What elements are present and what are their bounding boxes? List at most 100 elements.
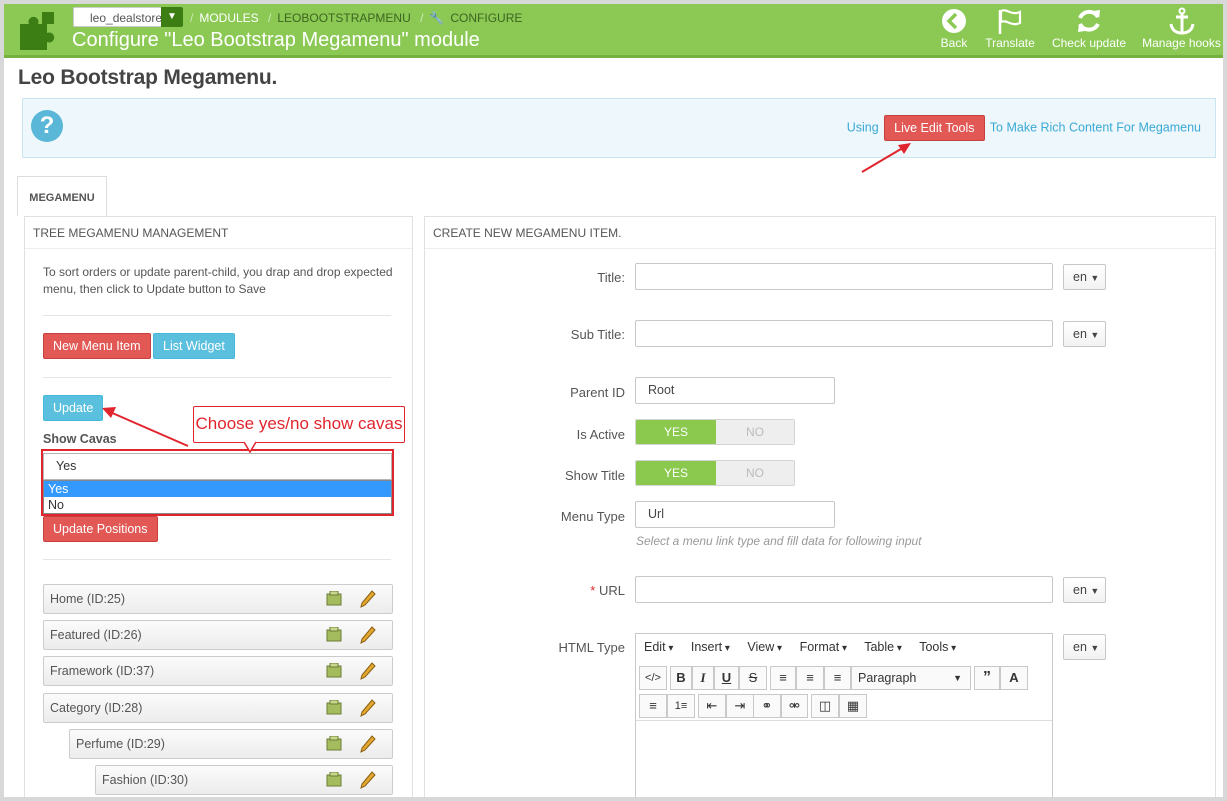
widget-icon[interactable]: [326, 736, 342, 751]
tab-megamenu[interactable]: MEGAMENU: [17, 176, 107, 216]
lang-label: en: [1073, 583, 1087, 597]
breadcrumb-modules[interactable]: MODULES: [199, 11, 258, 25]
menu-type-hint: Select a menu link type and fill data fo…: [636, 534, 922, 548]
widget-icon[interactable]: [326, 591, 342, 606]
subtitle-input[interactable]: [635, 320, 1053, 347]
is-active-no[interactable]: NO: [716, 420, 794, 444]
editor-menu-tools[interactable]: Tools: [919, 640, 956, 654]
editor-menu-table[interactable]: Table: [864, 640, 902, 654]
widget-icon[interactable]: [326, 627, 342, 642]
outdent-icon[interactable]: ⇤: [698, 694, 726, 718]
annotation-highlight-box: [41, 449, 394, 516]
tree-item-label: Home (ID:25): [50, 592, 126, 606]
info-box: ? Using Live Edit Tools To Make Rich Con…: [22, 98, 1216, 158]
align-left-icon[interactable]: ≡: [770, 666, 796, 690]
numbered-list-icon[interactable]: 1≡: [667, 694, 695, 718]
subtitle-lang-button[interactable]: en ▼: [1063, 321, 1106, 347]
indent-icon[interactable]: ⇥: [726, 694, 754, 718]
underline-icon[interactable]: U: [714, 666, 739, 690]
edit-pencil-icon[interactable]: [360, 735, 376, 753]
editor-menu-view[interactable]: View: [747, 640, 782, 654]
is-active-label: Is Active: [576, 427, 625, 442]
is-active-toggle[interactable]: YES NO: [635, 419, 795, 445]
editor-content-area[interactable]: [636, 720, 1052, 800]
update-positions-button[interactable]: Update Positions: [43, 516, 158, 542]
edit-pencil-icon[interactable]: [360, 771, 376, 789]
url-label: * URL: [425, 583, 625, 598]
title-input[interactable]: [635, 263, 1053, 290]
store-selector[interactable]: leo_dealstore ▼: [73, 7, 183, 27]
unlink-icon[interactable]: ⚮: [781, 694, 808, 718]
divider: [43, 559, 391, 560]
tree-item-featured[interactable]: Featured (ID:26): [43, 620, 393, 650]
caret-down-icon: ▼: [1090, 643, 1100, 653]
page-heading: Configure "Leo Bootstrap Megamenu" modul…: [72, 29, 480, 51]
tree-item-framework[interactable]: Framework (ID:37): [43, 656, 393, 686]
puzzle-logo-icon: [20, 12, 55, 50]
strikethrough-icon[interactable]: S: [739, 666, 767, 690]
align-center-icon[interactable]: ≡: [796, 666, 824, 690]
bullet-list-icon[interactable]: ≡: [639, 694, 667, 718]
menu-type-label: Menu Type: [560, 509, 625, 524]
is-active-yes[interactable]: YES: [636, 420, 716, 444]
show-title-yes[interactable]: YES: [636, 461, 716, 485]
edit-pencil-icon[interactable]: [360, 662, 376, 680]
edit-pencil-icon[interactable]: [360, 626, 376, 644]
required-mark: *: [590, 583, 596, 598]
align-right-icon[interactable]: ≡: [824, 666, 851, 690]
image-icon[interactable]: ▦: [839, 694, 867, 718]
create-panel-heading: CREATE NEW MEGAMENU ITEM.: [425, 217, 1215, 249]
blockquote-icon[interactable]: ”: [974, 666, 1000, 690]
edit-pencil-icon[interactable]: [360, 699, 376, 717]
italic-icon[interactable]: I: [692, 666, 714, 690]
text-color-icon[interactable]: A: [1000, 666, 1028, 690]
parent-id-select[interactable]: Root: [635, 377, 835, 404]
widget-icon[interactable]: [326, 772, 342, 787]
translate-button[interactable]: Translate: [982, 7, 1038, 53]
list-widget-button[interactable]: List Widget: [153, 333, 235, 359]
show-title-no[interactable]: NO: [716, 461, 794, 485]
show-title-label: Show Title: [565, 468, 625, 483]
widget-icon[interactable]: [326, 700, 342, 715]
widget-icon[interactable]: [326, 663, 342, 678]
new-menu-item-button[interactable]: New Menu Item: [43, 333, 151, 359]
html-lang-button[interactable]: en ▼: [1063, 634, 1106, 660]
check-update-label: Check update: [1051, 36, 1127, 50]
caret-down-icon: ▼: [1090, 330, 1100, 340]
wrench-icon: 🔧: [429, 11, 445, 25]
update-button[interactable]: Update: [43, 395, 104, 421]
link-icon[interactable]: ⚭: [753, 694, 781, 718]
paragraph-format-select[interactable]: Paragraph ▼: [851, 666, 971, 690]
check-update-button[interactable]: Check update: [1048, 7, 1130, 53]
annotation-arrow-update: [102, 407, 257, 454]
url-lang-button[interactable]: en ▼: [1063, 577, 1106, 603]
editor-menu-edit[interactable]: Edit: [644, 640, 673, 654]
translate-label: Translate: [985, 36, 1035, 50]
editor-menu-insert[interactable]: Insert: [691, 640, 730, 654]
show-title-toggle[interactable]: YES NO: [635, 460, 795, 486]
tree-item-label: Featured (ID:26): [50, 628, 142, 642]
html-type-label: HTML Type: [558, 640, 625, 655]
tree-item-label: Framework (ID:37): [50, 664, 155, 678]
breadcrumb-module[interactable]: LEOBOOTSTRAPMENU: [277, 11, 410, 25]
edit-pencil-icon[interactable]: [360, 590, 376, 608]
back-button[interactable]: Back: [936, 7, 972, 53]
store-selector-value: leo_dealstore: [90, 11, 162, 25]
tree-item-perfume[interactable]: Perfume (ID:29): [69, 729, 393, 759]
bold-icon[interactable]: B: [670, 666, 692, 690]
url-input[interactable]: [635, 576, 1053, 603]
anchor-icon: [1169, 7, 1194, 35]
tree-item-category[interactable]: Category (ID:28): [43, 693, 393, 723]
media-icon[interactable]: ◫: [811, 694, 839, 718]
chevron-down-icon: ▼: [161, 7, 183, 27]
tree-item-home[interactable]: Home (ID:25): [43, 584, 393, 614]
annotation-arrow-live-edit: [861, 143, 911, 173]
paragraph-format-value: Paragraph: [858, 671, 917, 685]
manage-hooks-button[interactable]: Manage hooks: [1140, 7, 1223, 53]
title-lang-button[interactable]: en ▼: [1063, 264, 1106, 290]
tree-item-fashion[interactable]: Fashion (ID:30): [95, 765, 393, 795]
source-code-icon[interactable]: </>: [639, 666, 667, 690]
menu-type-select[interactable]: Url: [635, 501, 835, 528]
rich-content-link[interactable]: To Make Rich Content For Megamenu: [990, 120, 1201, 134]
editor-menu-format[interactable]: Format: [800, 640, 847, 654]
